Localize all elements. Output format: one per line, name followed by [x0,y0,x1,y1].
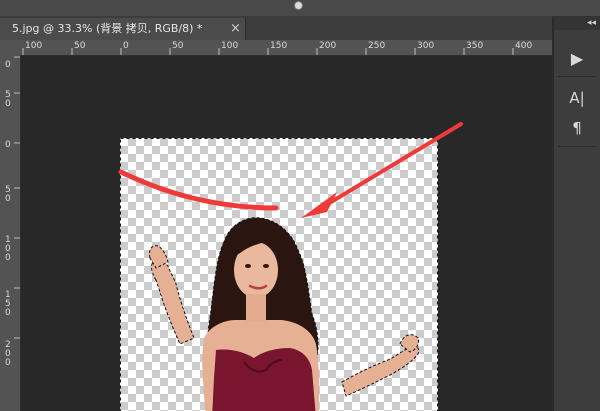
ruler-label: 1 0 0 [5,235,11,263]
play-icon[interactable]: ▶ [560,44,594,72]
right-panel-dock: ◂◂ ▶ A| ¶ [553,16,600,411]
ruler-label: 100 [221,41,239,51]
ruler-corner [0,40,21,56]
annotation-overlay [118,122,463,218]
ruler-label: 350 [466,41,484,51]
ruler-label: 2 0 0 [5,340,11,368]
horizontal-ruler[interactable]: 100 50 0 50 100 150 200 250 300 350 400 [20,40,552,56]
red-curve-annotation [118,169,279,211]
red-arrow-head-icon [301,192,337,218]
character-panel-icon[interactable]: A| [560,84,594,112]
top-strip [0,0,600,17]
ruler-label: 50 [74,41,86,51]
ruler-label: 400 [515,41,533,51]
panel-separator [558,146,596,147]
ruler-label: 5 0 [5,90,11,109]
paragraph-panel-icon[interactable]: ¶ [560,114,594,142]
document-tab-bar: 5.jpg @ 33.3% (背景 拷贝, RGB/8) * × [0,16,552,40]
ruler-label: 300 [417,41,435,51]
ruler-label: 5 0 [5,185,11,204]
ruler-label: 1 5 0 [5,290,11,318]
ruler-label: 150 [270,41,288,51]
collapse-panels-icon[interactable]: ◂◂ [554,16,600,30]
workspace[interactable] [21,56,552,411]
ruler-label: 0 [5,60,11,70]
document-tab-title: 5.jpg @ 33.3% (背景 拷贝, RGB/8) * [12,22,203,35]
vertical-ruler[interactable]: 0 5 0 0 5 0 1 0 0 1 5 0 2 0 0 [0,55,21,411]
red-arrow-line [319,122,463,210]
ruler-label: 100 [25,41,43,51]
ruler-label: 0 [5,140,11,150]
ruler-label: 0 [123,41,129,51]
ruler-label: 250 [368,41,386,51]
panel-separator [558,76,596,77]
ruler-label: 200 [319,41,337,51]
ruler-label: 50 [172,41,184,51]
document-tab[interactable]: 5.jpg @ 33.3% (背景 拷贝, RGB/8) * × [0,18,246,40]
window-handle-icon[interactable] [294,1,303,10]
close-tab-icon[interactable]: × [230,18,241,40]
